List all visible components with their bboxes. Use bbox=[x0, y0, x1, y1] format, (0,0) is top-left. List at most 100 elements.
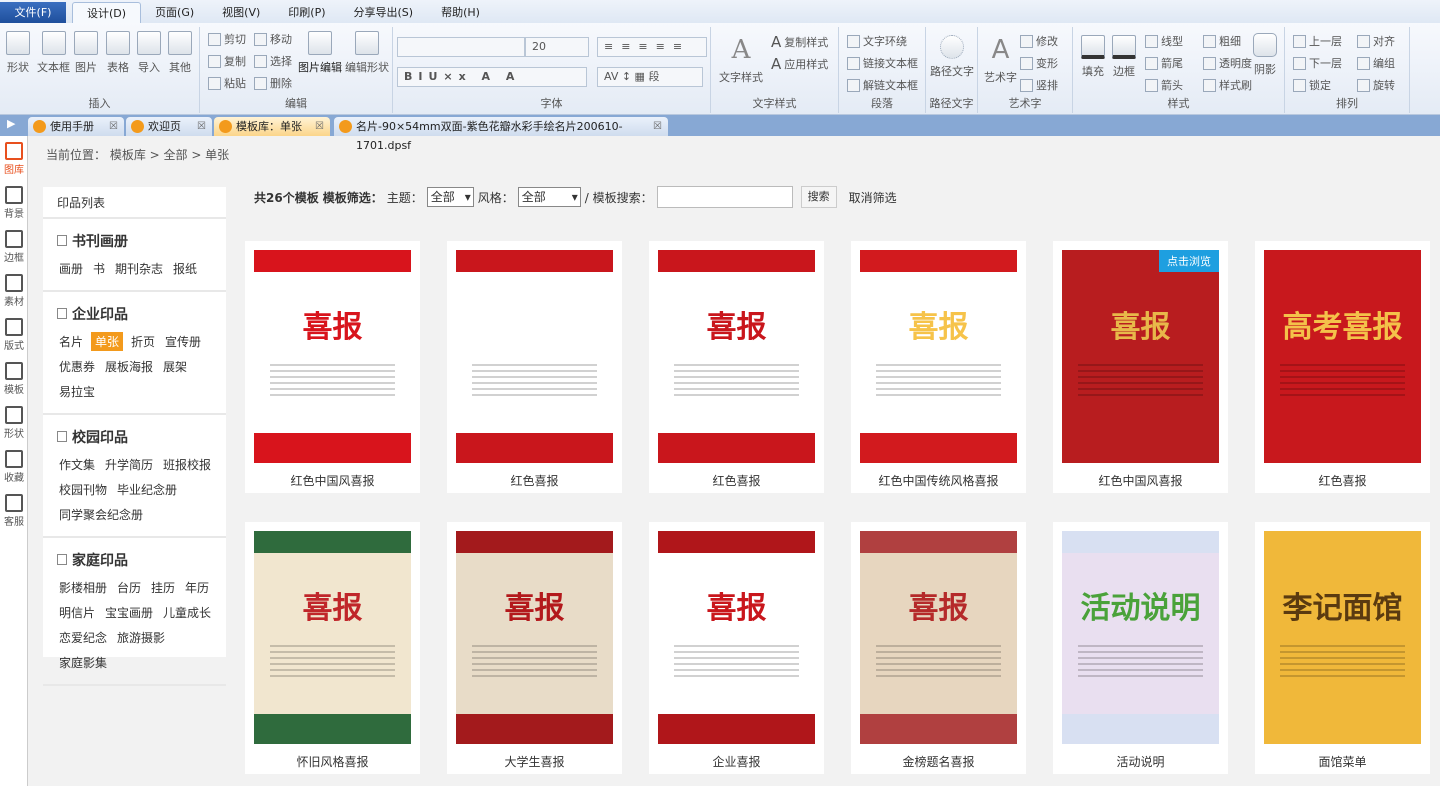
cancel-filter-link[interactable]: 取消筛选 bbox=[849, 189, 897, 206]
category-item[interactable]: 影楼相册 bbox=[57, 578, 109, 597]
category-item[interactable]: 名片 bbox=[57, 332, 85, 351]
path-text-button[interactable]: 路径文字 bbox=[930, 35, 974, 79]
close-icon[interactable]: ☒ bbox=[197, 117, 206, 136]
template-card[interactable]: 喜报 红色中国传统风格喜报 bbox=[851, 241, 1026, 493]
tab-scroll-icon[interactable]: ▶ bbox=[7, 117, 15, 130]
template-thumbnail[interactable]: 喜报 bbox=[254, 250, 411, 463]
leftbar-7[interactable]: 收藏 bbox=[0, 450, 28, 484]
category-item[interactable]: 作文集 bbox=[57, 455, 97, 474]
shape-button[interactable]: 形状 bbox=[6, 31, 30, 75]
leftbar-2[interactable]: 边框 bbox=[0, 230, 28, 264]
bring-forward-button[interactable]: 上一层 bbox=[1293, 33, 1342, 49]
rotate-button[interactable]: 旋转 bbox=[1357, 77, 1395, 93]
fill-button[interactable]: 填充 bbox=[1081, 35, 1105, 79]
align-button[interactable]: 对齐 bbox=[1357, 33, 1395, 49]
leftbar-6[interactable]: 形状 bbox=[0, 406, 28, 440]
category-item[interactable]: 台历 bbox=[115, 578, 143, 597]
template-thumbnail[interactable]: 喜报 bbox=[254, 531, 411, 744]
search-button[interactable]: 搜索 bbox=[800, 186, 837, 208]
text-wrap-button[interactable]: 文字环绕 bbox=[847, 33, 907, 49]
template-thumbnail[interactable]: 喜报 bbox=[456, 250, 613, 463]
template-card[interactable]: 喜报 红色喜报 bbox=[649, 241, 824, 493]
table-button[interactable]: 表格 bbox=[106, 31, 130, 75]
leftbar-8[interactable]: 客服 bbox=[0, 494, 28, 528]
category-item[interactable]: 挂历 bbox=[149, 578, 177, 597]
category-item[interactable]: 毕业纪念册 bbox=[115, 480, 179, 499]
apply-style-button[interactable]: A 应用样式 bbox=[771, 55, 828, 73]
tab-template-library[interactable]: 模板库：单张 ☒ bbox=[214, 117, 330, 136]
category-item[interactable]: 升学简历 bbox=[103, 455, 155, 474]
category-item[interactable]: 展板海报 bbox=[103, 357, 155, 376]
send-backward-button[interactable]: 下一层 bbox=[1293, 55, 1342, 71]
link-textbox-button[interactable]: 链接文本框 bbox=[847, 55, 918, 71]
format-brush-button[interactable]: 样式刷 bbox=[1203, 77, 1252, 93]
template-card[interactable]: 喜报 红色中国风喜报 bbox=[245, 241, 420, 493]
category-item[interactable]: 校园刊物 bbox=[57, 480, 109, 499]
template-card[interactable]: 喜报 怀旧风格喜报 bbox=[245, 522, 420, 774]
menu-file[interactable]: 文件(F) bbox=[0, 2, 66, 23]
category-item[interactable]: 班报校报 bbox=[161, 455, 213, 474]
leftbar-1[interactable]: 背景 bbox=[0, 186, 28, 220]
line-type-button[interactable]: 线型 bbox=[1145, 33, 1183, 49]
shadow-button[interactable]: 阴影 bbox=[1253, 33, 1277, 77]
category-item[interactable]: 同学聚会纪念册 bbox=[57, 505, 145, 524]
group-button[interactable]: 编组 bbox=[1357, 55, 1395, 71]
category-item[interactable]: 折页 bbox=[129, 332, 157, 351]
transform-button[interactable]: 变形 bbox=[1020, 55, 1058, 71]
transparency-button[interactable]: 透明度 bbox=[1203, 55, 1252, 71]
category-item[interactable]: 明信片 bbox=[57, 603, 97, 622]
category-item[interactable]: 展架 bbox=[161, 357, 189, 376]
preview-badge[interactable]: 点击浏览 bbox=[1159, 250, 1219, 272]
template-thumbnail[interactable]: 高考喜报 bbox=[1264, 250, 1421, 463]
template-thumbnail[interactable]: 喜报 bbox=[456, 531, 613, 744]
template-card[interactable]: 李记面馆 面馆菜单 bbox=[1255, 522, 1430, 774]
move-button[interactable]: 移动 bbox=[254, 31, 292, 47]
category-item[interactable]: 期刊杂志 bbox=[113, 259, 165, 278]
cut-button[interactable]: 剪切 bbox=[208, 31, 246, 47]
import-button[interactable]: 导入 bbox=[137, 31, 161, 75]
other-button[interactable]: 其他 bbox=[168, 31, 192, 75]
unlink-textbox-button[interactable]: 解链文本框 bbox=[847, 77, 918, 93]
delete-button[interactable]: 删除 bbox=[254, 75, 292, 91]
template-thumbnail[interactable]: 喜报 bbox=[860, 250, 1017, 463]
textbox-button[interactable]: 文本框 bbox=[37, 31, 70, 75]
close-icon[interactable]: ☒ bbox=[653, 117, 662, 136]
menu-view[interactable]: 视图(V) bbox=[208, 2, 274, 23]
leftbar-4[interactable]: 版式 bbox=[0, 318, 28, 352]
text-style-button[interactable]: A 文字样式 bbox=[719, 35, 763, 85]
vertical-button[interactable]: 竖排 bbox=[1020, 77, 1058, 93]
category-item[interactable]: 易拉宝 bbox=[57, 382, 97, 401]
tab-business-card-file[interactable]: 名片-90×54mm双面-紫色花瓣水彩手绘名片200610-1701.dpsf ☒ bbox=[334, 117, 668, 152]
image-button[interactable]: 图片 bbox=[74, 31, 98, 75]
category-item[interactable]: 家庭影集 bbox=[57, 653, 109, 672]
menu-design[interactable]: 设计(D) bbox=[72, 2, 142, 23]
modify-button[interactable]: 修改 bbox=[1020, 33, 1058, 49]
arrow-tail-button[interactable]: 箭尾 bbox=[1145, 55, 1183, 71]
tab-manual[interactable]: 使用手册 ☒ bbox=[28, 117, 124, 136]
menu-share-export[interactable]: 分享导出(S) bbox=[340, 2, 428, 23]
font-name-select[interactable] bbox=[397, 37, 525, 57]
category-item[interactable]: 单张 bbox=[91, 332, 124, 351]
template-card[interactable]: 喜报 点击浏览 红色中国风喜报 bbox=[1053, 241, 1228, 493]
template-card[interactable]: 喜报 企业喜报 bbox=[649, 522, 824, 774]
select-button[interactable]: 选择 bbox=[254, 53, 292, 69]
category-item[interactable]: 年历 bbox=[183, 578, 211, 597]
border-button[interactable]: 边框 bbox=[1112, 35, 1136, 79]
leftbar-5[interactable]: 模板 bbox=[0, 362, 28, 396]
menu-print[interactable]: 印刷(P) bbox=[274, 2, 339, 23]
paste-button[interactable]: 粘贴 bbox=[208, 75, 246, 91]
template-card[interactable]: 高考喜报 红色喜报 bbox=[1255, 241, 1430, 493]
category-item[interactable]: 画册 bbox=[57, 259, 85, 278]
font-format-buttons[interactable]: BIU×x A A bbox=[397, 67, 587, 87]
template-card[interactable]: 喜报 红色喜报 bbox=[447, 241, 622, 493]
template-thumbnail[interactable]: 喜报 bbox=[658, 531, 815, 744]
font-size-select[interactable]: 20 bbox=[525, 37, 589, 57]
thickness-button[interactable]: 粗细 bbox=[1203, 33, 1241, 49]
lock-button[interactable]: 锁定 bbox=[1293, 77, 1331, 93]
template-card[interactable]: 活动说明 活动说明 bbox=[1053, 522, 1228, 774]
align-buttons[interactable]: ≡≡≡≡≡ bbox=[597, 37, 707, 57]
template-card[interactable]: 喜报 大学生喜报 bbox=[447, 522, 622, 774]
arrow-head-button[interactable]: 箭头 bbox=[1145, 77, 1183, 93]
theme-select[interactable]: 全部 bbox=[426, 187, 474, 207]
shape-edit-button[interactable]: 编辑形状 bbox=[345, 31, 389, 75]
